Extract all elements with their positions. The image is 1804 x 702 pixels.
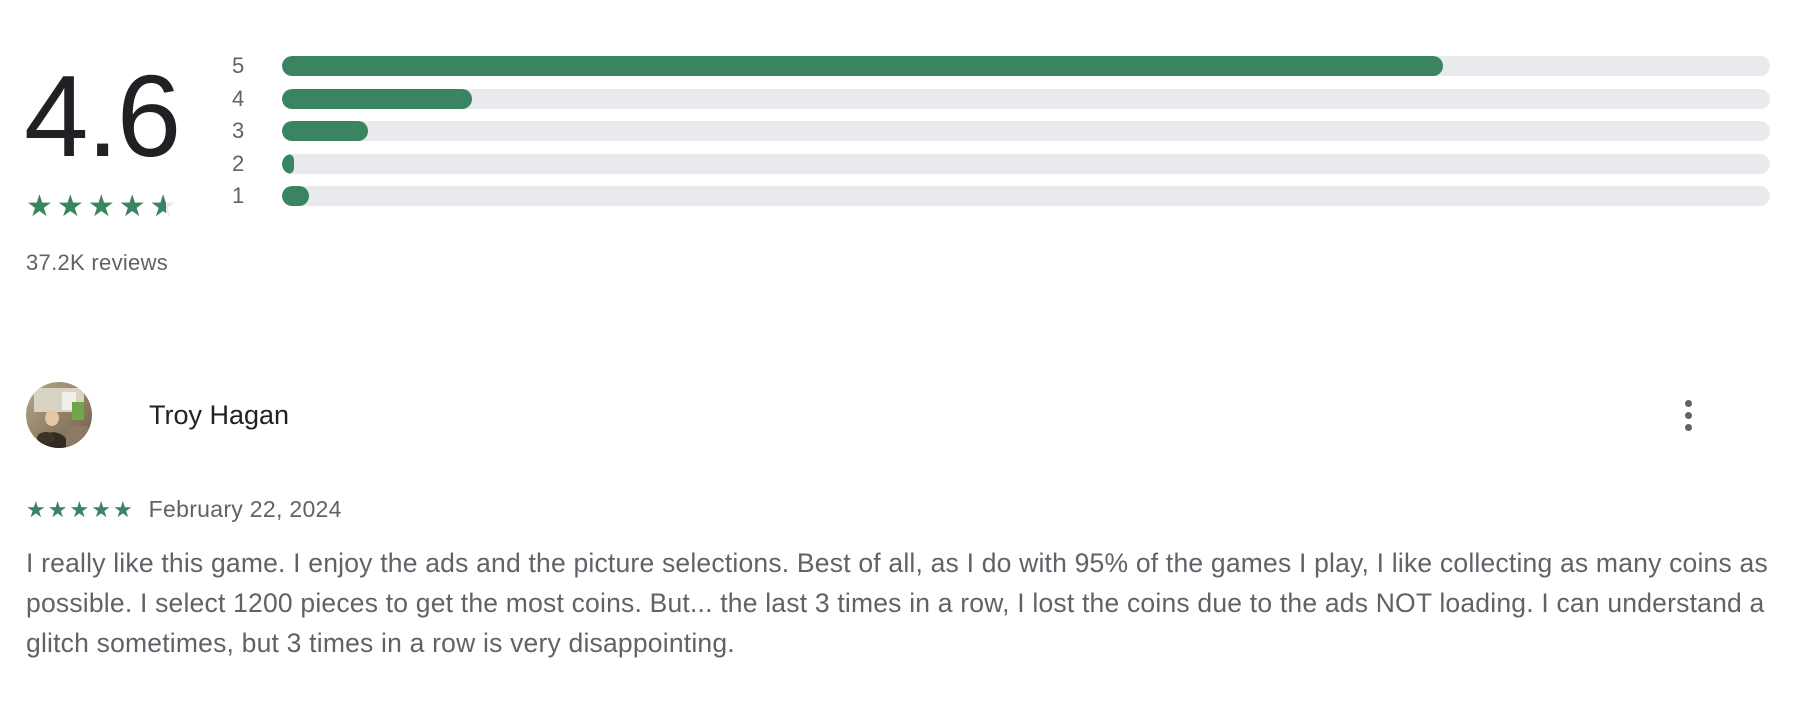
histogram-label: 3 [232,118,245,144]
histogram-bar [282,56,1443,77]
histogram-row-3: 3 [232,115,1770,148]
histogram-bar [282,153,294,174]
histogram-bar [282,121,369,142]
review-meta: ★ ★ ★ ★ ★ ★ ★ ★ ★ ★ February 22, 2024 [26,496,1778,523]
star-fill: ★ [91,498,111,521]
star-icon: ★ ★ [26,190,53,223]
star-icon: ★ ★ [47,496,68,522]
more-dot [1684,399,1692,407]
star-icon: ★ ★ [149,190,177,223]
star-icon: ★ ★ [26,496,46,522]
star-fill: ★ [118,192,146,222]
star-fill: ★ [112,498,133,521]
histogram-row-1: 1 [232,180,1770,213]
histogram-track [282,88,1770,109]
star-icon: ★ ★ [91,496,111,522]
histogram-bar [282,88,473,109]
more-dot [1684,423,1692,431]
reviewer-name: Troy Hagan [149,399,290,430]
histogram-label: 5 [232,53,245,79]
more-vertical-icon[interactable] [1668,391,1708,439]
histogram-row-5: 5 [232,50,1770,83]
review-card: Troy Hagan ★ ★ ★ ★ ★ ★ ★ ★ ★ ★ February 22, 2024 … [26,382,1778,663]
histogram-track [282,186,1770,207]
histogram-label: 1 [232,183,245,209]
review-text: I really like this game. I enjoy the ads… [26,548,1768,658]
more-dot [1684,411,1692,419]
star-fill: ★ [47,498,68,521]
star-fill: ★ [69,498,90,521]
average-rating-stars: ★ ★ ★ ★ ★ ★ ★ ★ ★ ★ [26,192,196,222]
histogram-label: 4 [232,85,245,111]
histogram-row-2: 2 [232,148,1770,181]
star-icon: ★ ★ [87,190,115,223]
avatar-photo [26,382,92,448]
star-fill: ★ [26,192,53,222]
review-date: February 22, 2024 [148,496,342,522]
review-count: 37.2K reviews [26,250,169,275]
star-fill: ★ [149,192,166,222]
review-rating-stars: ★ ★ ★ ★ ★ ★ ★ ★ ★ ★ [26,496,133,522]
histogram-track [282,121,1770,142]
star-icon: ★ ★ [56,190,84,223]
star-fill: ★ [56,192,84,222]
star-icon: ★ ★ [112,496,133,522]
star-fill: ★ [26,498,46,521]
star-fill: ★ [87,192,115,222]
star-icon: ★ ★ [118,190,146,223]
review-header: Troy Hagan [26,382,1778,448]
user-photo-avatar [26,382,92,448]
histogram-track [282,56,1770,77]
rating-histogram: 5 4 3 2 1 [232,50,1770,213]
histogram-track [282,153,1770,174]
star-icon: ★ ★ [69,496,90,522]
histogram-row-4: 4 [232,83,1770,116]
histogram-label: 2 [232,150,245,176]
rating-summary: 4.6 ★ ★ ★ ★ ★ ★ ★ ★ ★ ★ 37.2K reviews [24,40,196,276]
average-rating: 4.6 [24,51,181,181]
histogram-bar [282,186,309,207]
